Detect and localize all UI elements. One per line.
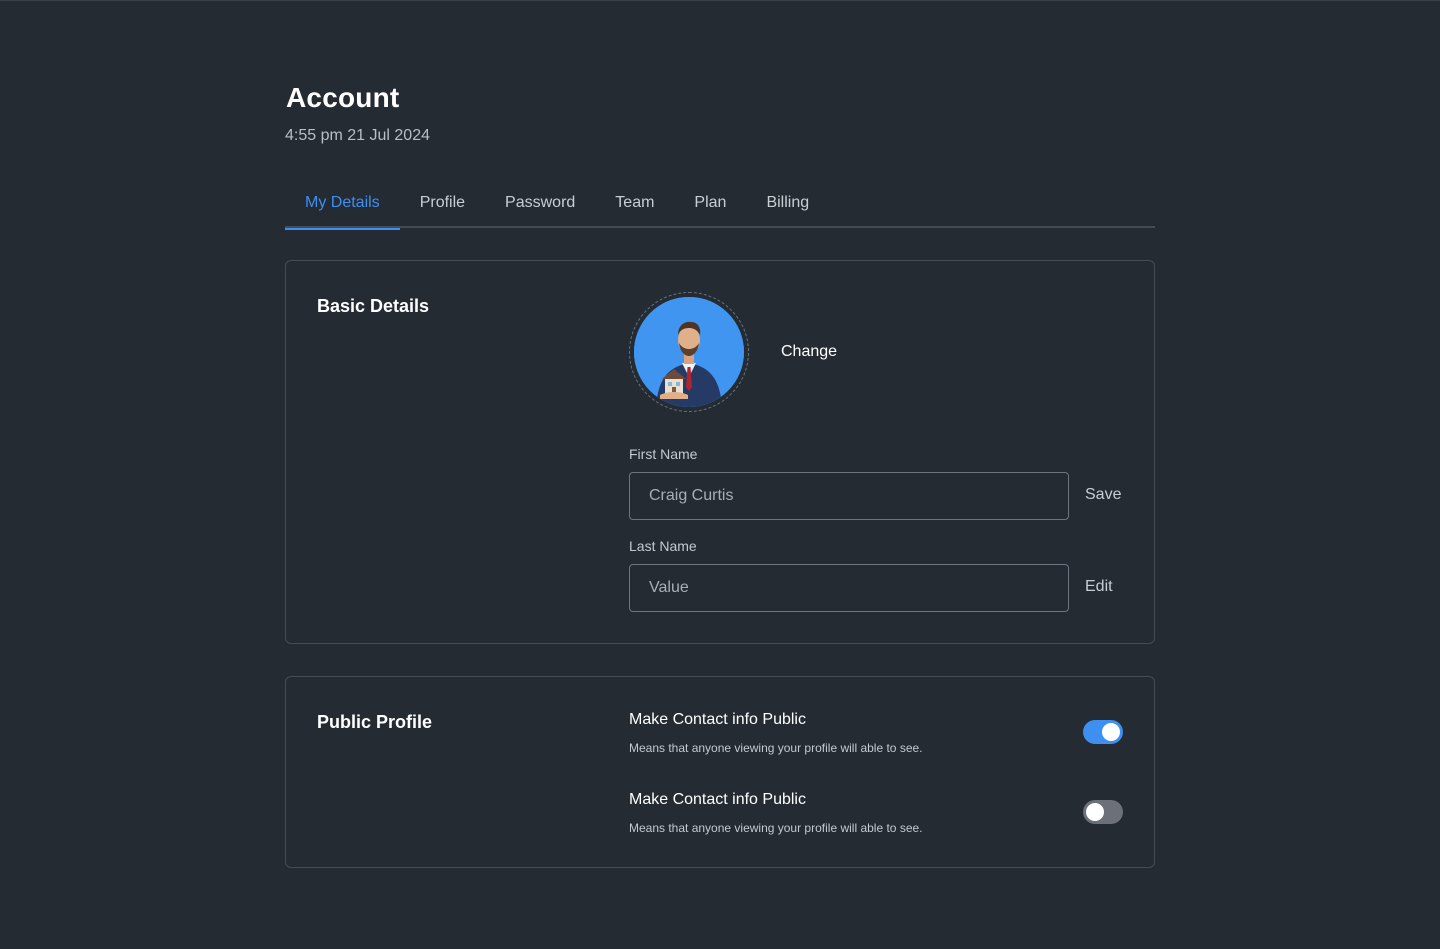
toggle-knob: [1102, 723, 1120, 741]
toggle-knob: [1086, 803, 1104, 821]
first-name-input[interactable]: [629, 472, 1069, 520]
profile-photo-icon: [634, 297, 744, 407]
last-name-label: Last Name: [629, 538, 697, 554]
public-profile-card: Public Profile Make Contact info Public …: [285, 676, 1155, 868]
account-tabs: My Details Profile Password Team Plan Bi…: [285, 182, 1155, 230]
avatar-frame[interactable]: [629, 292, 749, 412]
tab-billing[interactable]: Billing: [746, 182, 829, 228]
tab-plan[interactable]: Plan: [674, 182, 746, 228]
avatar: [634, 297, 744, 407]
setting-description: Means that anyone viewing your profile w…: [629, 821, 923, 835]
tab-profile[interactable]: Profile: [400, 182, 485, 228]
basic-details-title: Basic Details: [317, 296, 430, 316]
page-title: Account: [286, 82, 400, 113]
edit-button[interactable]: Edit: [1085, 578, 1113, 596]
tab-my-details[interactable]: My Details: [285, 182, 400, 230]
last-name-input[interactable]: [629, 564, 1069, 612]
basic-details-card: Basic Details Change First Name Craig Cu…: [285, 260, 1155, 644]
contact-public-toggle-1[interactable]: [1083, 720, 1123, 744]
contact-public-toggle-2[interactable]: [1083, 800, 1123, 824]
setting-title: Make Contact info Public: [629, 711, 806, 728]
first-name-label: First Name: [629, 446, 698, 462]
change-avatar-button[interactable]: Change: [781, 343, 837, 361]
tab-password[interactable]: Password: [485, 182, 595, 228]
setting-description: Means that anyone viewing your profile w…: [629, 741, 923, 755]
page-timestamp: 4:55 pm 21 Jul 2024: [285, 127, 430, 144]
setting-title: Make Contact info Public: [629, 791, 806, 808]
tab-team[interactable]: Team: [595, 182, 674, 228]
public-profile-title: Public Profile: [317, 712, 433, 732]
save-button[interactable]: Save: [1085, 486, 1121, 504]
top-divider: [0, 0, 1440, 1]
